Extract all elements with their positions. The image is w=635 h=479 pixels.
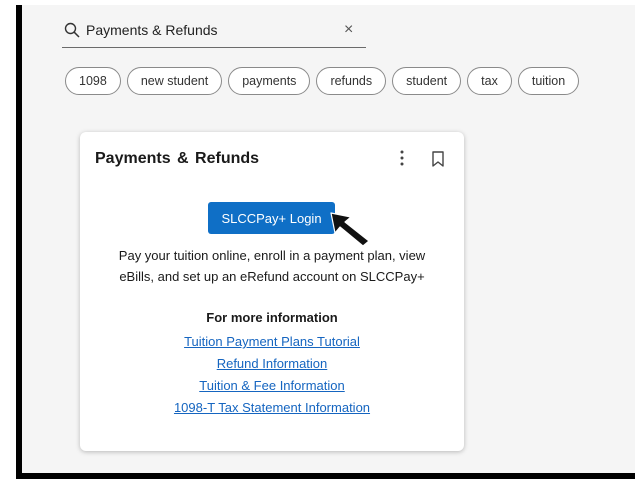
slccpay-login-button[interactable]: SLCCPay+ Login	[208, 202, 335, 234]
clear-search-icon[interactable]: ×	[344, 22, 353, 38]
search-input[interactable]	[86, 22, 326, 38]
description-line-1: Pay your tuition online, enroll in a pay…	[118, 248, 426, 263]
chip-tax[interactable]: tax	[467, 67, 512, 95]
bookmark-icon[interactable]	[431, 151, 445, 167]
link-tuition-fee-information[interactable]: Tuition & Fee Information	[80, 375, 464, 397]
pointer-arrow-icon	[330, 212, 370, 247]
link-tuition-payment-plans[interactable]: Tuition Payment Plans Tutorial	[80, 331, 464, 353]
payments-refunds-card: Payments & Refunds SLCCPay+ Login Pay yo…	[80, 132, 464, 451]
chip-student[interactable]: student	[392, 67, 462, 95]
chip-tuition[interactable]: tuition	[517, 67, 580, 95]
tag-chips: 1098 new student payments refunds studen…	[65, 67, 580, 95]
chip-payments[interactable]: payments	[228, 67, 311, 95]
card-title: Payments & Refunds	[95, 150, 260, 167]
chip-new-student[interactable]: new student	[126, 67, 223, 95]
search-bar: ×	[62, 13, 366, 48]
link-refund-information[interactable]: Refund Information	[80, 353, 464, 375]
search-icon	[64, 22, 80, 38]
link-1098t-tax-statement[interactable]: 1098-T Tax Statement Information	[80, 397, 464, 419]
description-line-2: eBills, and set up an eRefund account on…	[119, 269, 425, 284]
card-description: Pay your tuition online, enroll in a pay…	[94, 245, 450, 287]
more-options-icon[interactable]	[396, 148, 408, 168]
chip-1098[interactable]: 1098	[65, 67, 121, 95]
more-info-heading: For more information	[206, 310, 338, 325]
content-panel: × 1098 new student payments refunds stud…	[22, 5, 635, 473]
info-links: Tuition Payment Plans Tutorial Refund In…	[80, 331, 464, 419]
chip-refunds[interactable]: refunds	[316, 67, 387, 95]
